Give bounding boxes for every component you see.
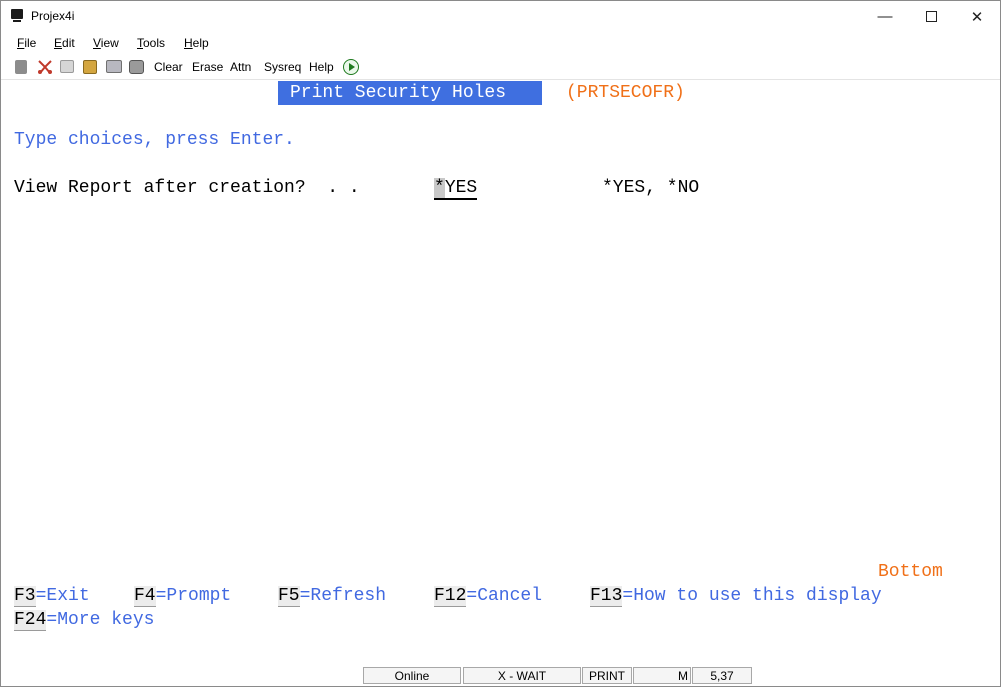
fkey-f4-key: F4 (134, 586, 156, 607)
camera-icon[interactable] (129, 60, 144, 74)
fkey-f12[interactable]: F12=Cancel (434, 586, 543, 607)
menu-edit[interactable]: Edit (54, 36, 75, 50)
sysreq-button[interactable]: Sysreq (264, 60, 301, 74)
fkey-f13[interactable]: F13=How to use this display (590, 586, 882, 607)
fkey-f13-label: =How to use this display (622, 586, 882, 606)
fkey-f3-label: =Exit (35, 586, 90, 606)
minimize-button[interactable]: — (862, 1, 908, 32)
toolbar: Clear Erase Attn Sysreq Help (1, 55, 1000, 80)
menu-edit-mnemonic: E (54, 36, 63, 50)
title-bar: Projex4i — ✕ (1, 1, 1000, 32)
fkey-f12-label: =Cancel (466, 586, 543, 606)
terminal-icon (11, 9, 23, 22)
menu-edit-label: dit (62, 36, 75, 50)
clear-button[interactable]: Clear (154, 60, 183, 74)
fkey-f24[interactable]: F24=More keys (14, 610, 155, 631)
attn-button[interactable]: Attn (230, 60, 251, 74)
text-cursor: * (434, 178, 445, 198)
print-icon[interactable] (15, 60, 27, 74)
status-bar: Online X - WAIT PRINT M 5,37 (1, 665, 1000, 686)
maximize-button[interactable] (908, 1, 954, 32)
menu-help-mnemonic: H (184, 36, 193, 50)
close-button[interactable]: ✕ (954, 1, 1000, 32)
maximize-icon (925, 11, 937, 22)
fkey-f3[interactable]: F3=Exit (14, 586, 90, 607)
cut-icon[interactable] (37, 60, 52, 74)
fkey-f5-key: F5 (278, 586, 300, 607)
fkey-f12-key: F12 (434, 586, 467, 607)
status-print: PRINT (582, 667, 632, 684)
play-icon[interactable] (343, 59, 359, 75)
menu-bar: File Edit View Tools Help (1, 32, 1000, 54)
app-window: Projex4i — ✕ File Edit View Tools Help C… (0, 0, 1001, 687)
command-name: (PRTSECOFR) (566, 83, 685, 103)
prompt-label: View Report after creation? . . (14, 178, 360, 198)
window-title: Projex4i (31, 9, 75, 23)
terminal-screen[interactable]: Print Security Holes (PRTSECOFR) Type ch… (1, 80, 1000, 664)
paste-icon[interactable] (83, 60, 97, 74)
status-wait: X - WAIT (463, 667, 581, 684)
fkey-f5-label: =Refresh (299, 586, 387, 606)
view-report-input[interactable]: *YES (434, 178, 478, 200)
help-button[interactable]: Help (309, 60, 334, 74)
menu-view[interactable]: View (93, 36, 119, 50)
screen-title: Print Security Holes (278, 81, 542, 105)
fkey-f24-key: F24 (14, 610, 47, 631)
fkey-f4[interactable]: F4=Prompt (134, 586, 232, 607)
copy-icon[interactable] (60, 60, 74, 73)
menu-tools[interactable]: Tools (137, 36, 165, 50)
fkey-f4-label: =Prompt (155, 586, 232, 606)
fkey-f5[interactable]: F5=Refresh (278, 586, 387, 607)
menu-file[interactable]: File (17, 36, 36, 50)
status-cursor-position: 5,37 (692, 667, 752, 684)
fkey-f13-key: F13 (590, 586, 623, 607)
menu-help[interactable]: Help (184, 36, 209, 50)
status-mode: M (633, 667, 691, 684)
menu-view-label: iew (100, 36, 119, 50)
menu-file-label: ile (24, 36, 37, 50)
more-indicator: Bottom (878, 562, 943, 582)
instruction-text: Type choices, press Enter. (14, 130, 295, 150)
fkey-f24-label: =More keys (46, 610, 155, 630)
printer-icon[interactable] (106, 60, 122, 73)
menu-tools-label: ools (143, 36, 166, 50)
menu-help-label: elp (192, 36, 209, 50)
erase-button[interactable]: Erase (192, 60, 223, 74)
view-report-value: YES (444, 178, 478, 198)
allowed-values: *YES, *NO (602, 178, 700, 198)
status-connection: Online (363, 667, 461, 684)
fkey-f3-key: F3 (14, 586, 36, 607)
menu-view-mnemonic: V (93, 36, 101, 50)
